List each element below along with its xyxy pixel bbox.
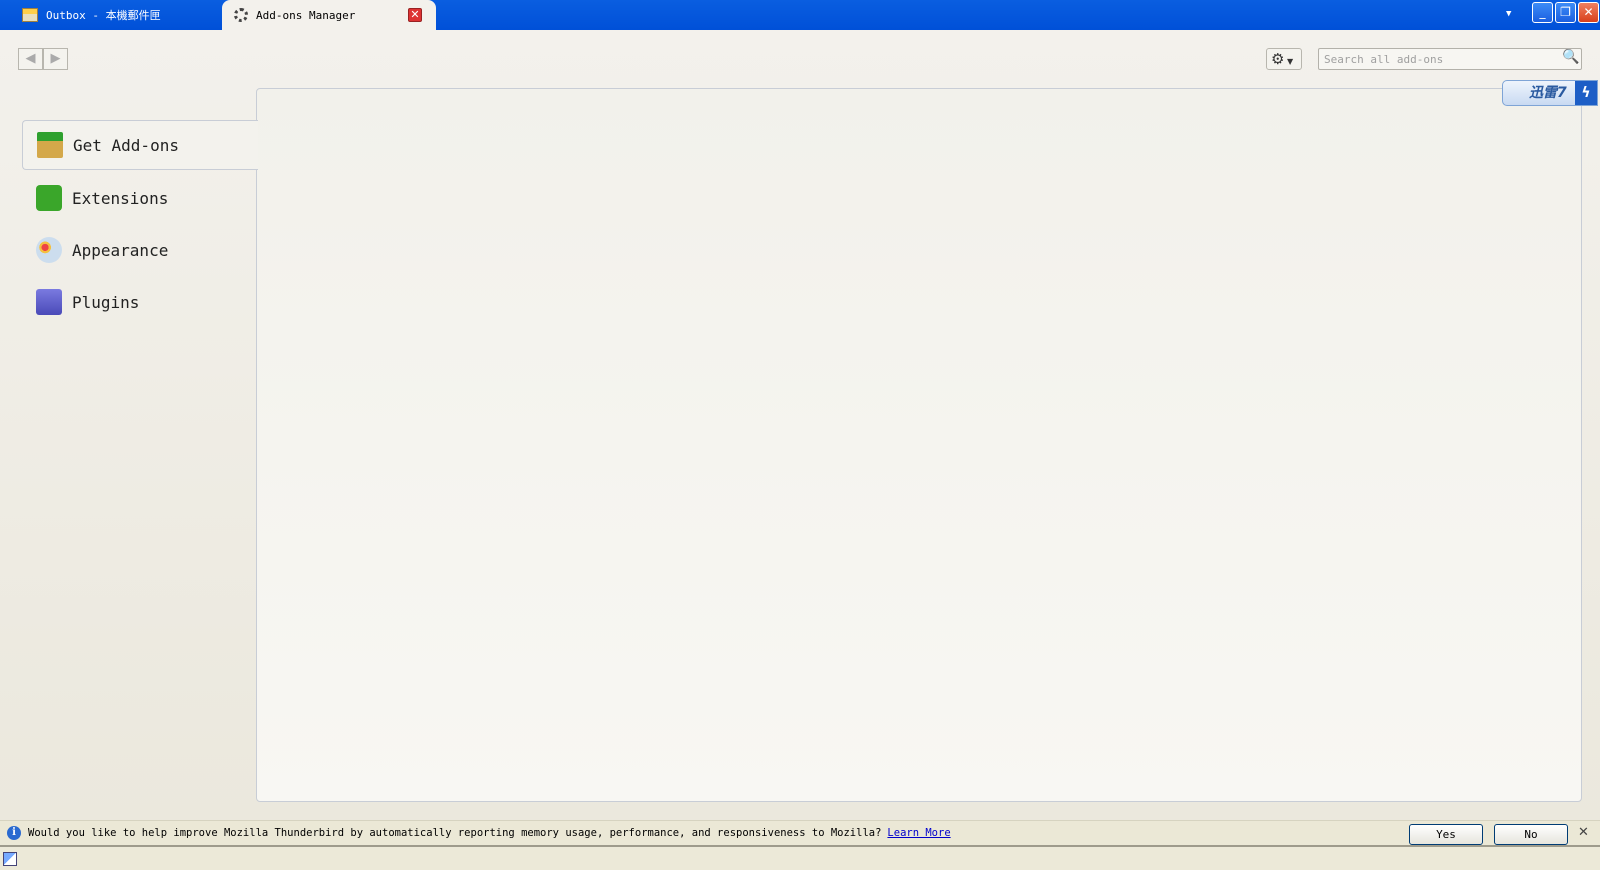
chevron-down-icon: ▼ bbox=[1284, 57, 1294, 66]
online-status-icon[interactable] bbox=[3, 852, 17, 866]
sidebar-item-label: Appearance bbox=[72, 240, 169, 260]
sidebar-item-appearance[interactable]: Appearance bbox=[22, 225, 258, 275]
download-box-icon bbox=[37, 132, 63, 158]
xunlei-label: 迅雷7 bbox=[1529, 85, 1567, 101]
tab-addons-manager[interactable]: Add-ons Manager ✕ bbox=[222, 0, 436, 30]
close-notification-button[interactable]: ✕ bbox=[1578, 825, 1589, 840]
plugin-brick-icon bbox=[36, 289, 62, 315]
back-button[interactable]: ◀ bbox=[18, 48, 43, 70]
sidebar-item-plugins[interactable]: Plugins bbox=[22, 277, 258, 327]
restore-button[interactable]: ❐ bbox=[1555, 2, 1576, 23]
tab-label: Outbox - 本機郵件匣 bbox=[46, 9, 161, 22]
addons-content-pane bbox=[256, 88, 1582, 802]
search-input[interactable] bbox=[1318, 48, 1582, 70]
outbox-icon bbox=[22, 8, 38, 22]
forward-button[interactable]: ▶ bbox=[43, 48, 68, 70]
minimize-button[interactable]: _ bbox=[1532, 2, 1553, 23]
no-button[interactable]: No bbox=[1494, 824, 1568, 845]
palette-icon bbox=[36, 237, 62, 263]
notification-message: Would you like to help improve Mozilla T… bbox=[28, 827, 882, 839]
info-icon: i bbox=[7, 826, 21, 840]
tab-label: Add-ons Manager bbox=[256, 8, 356, 22]
sidebar-item-get-addons[interactable]: Get Add-ons bbox=[22, 120, 258, 170]
arrow-right-icon: ▶ bbox=[50, 51, 61, 66]
learn-more-link[interactable]: Learn More bbox=[887, 827, 950, 839]
sidebar-item-label: Plugins bbox=[72, 292, 140, 312]
close-tab-button[interactable]: ✕ bbox=[408, 8, 422, 22]
close-window-button[interactable]: ✕ bbox=[1578, 2, 1599, 23]
notification-bar: i Would you like to help improve Mozilla… bbox=[0, 820, 1600, 847]
sidebar-item-extensions[interactable]: Extensions bbox=[22, 173, 258, 223]
search-icon[interactable]: 🔍 bbox=[1562, 49, 1579, 65]
tab-bar: Outbox - 本機郵件匣 Add-ons Manager ✕ ▼ _ ❐ ✕ bbox=[0, 0, 1600, 30]
sidebar-item-label: Get Add-ons bbox=[73, 135, 179, 155]
puzzle-piece-icon bbox=[36, 185, 62, 211]
yes-button[interactable]: Yes bbox=[1409, 824, 1483, 845]
tools-menu-button[interactable]: ⚙ ▼ bbox=[1266, 48, 1302, 70]
arrow-left-icon: ◀ bbox=[25, 51, 36, 66]
gear-icon: ⚙ bbox=[1271, 50, 1285, 68]
sidebar-item-label: Extensions bbox=[72, 188, 169, 208]
lightning-icon: ϟ bbox=[1575, 81, 1597, 105]
tab-outbox[interactable]: Outbox - 本機郵件匣 bbox=[22, 0, 161, 30]
xunlei-extension-button[interactable]: 迅雷7 ϟ bbox=[1502, 80, 1598, 106]
tab-list-dropdown-icon[interactable]: ▼ bbox=[1506, 9, 1511, 19]
loading-spinner-icon bbox=[234, 8, 248, 22]
status-bar bbox=[0, 849, 1600, 870]
